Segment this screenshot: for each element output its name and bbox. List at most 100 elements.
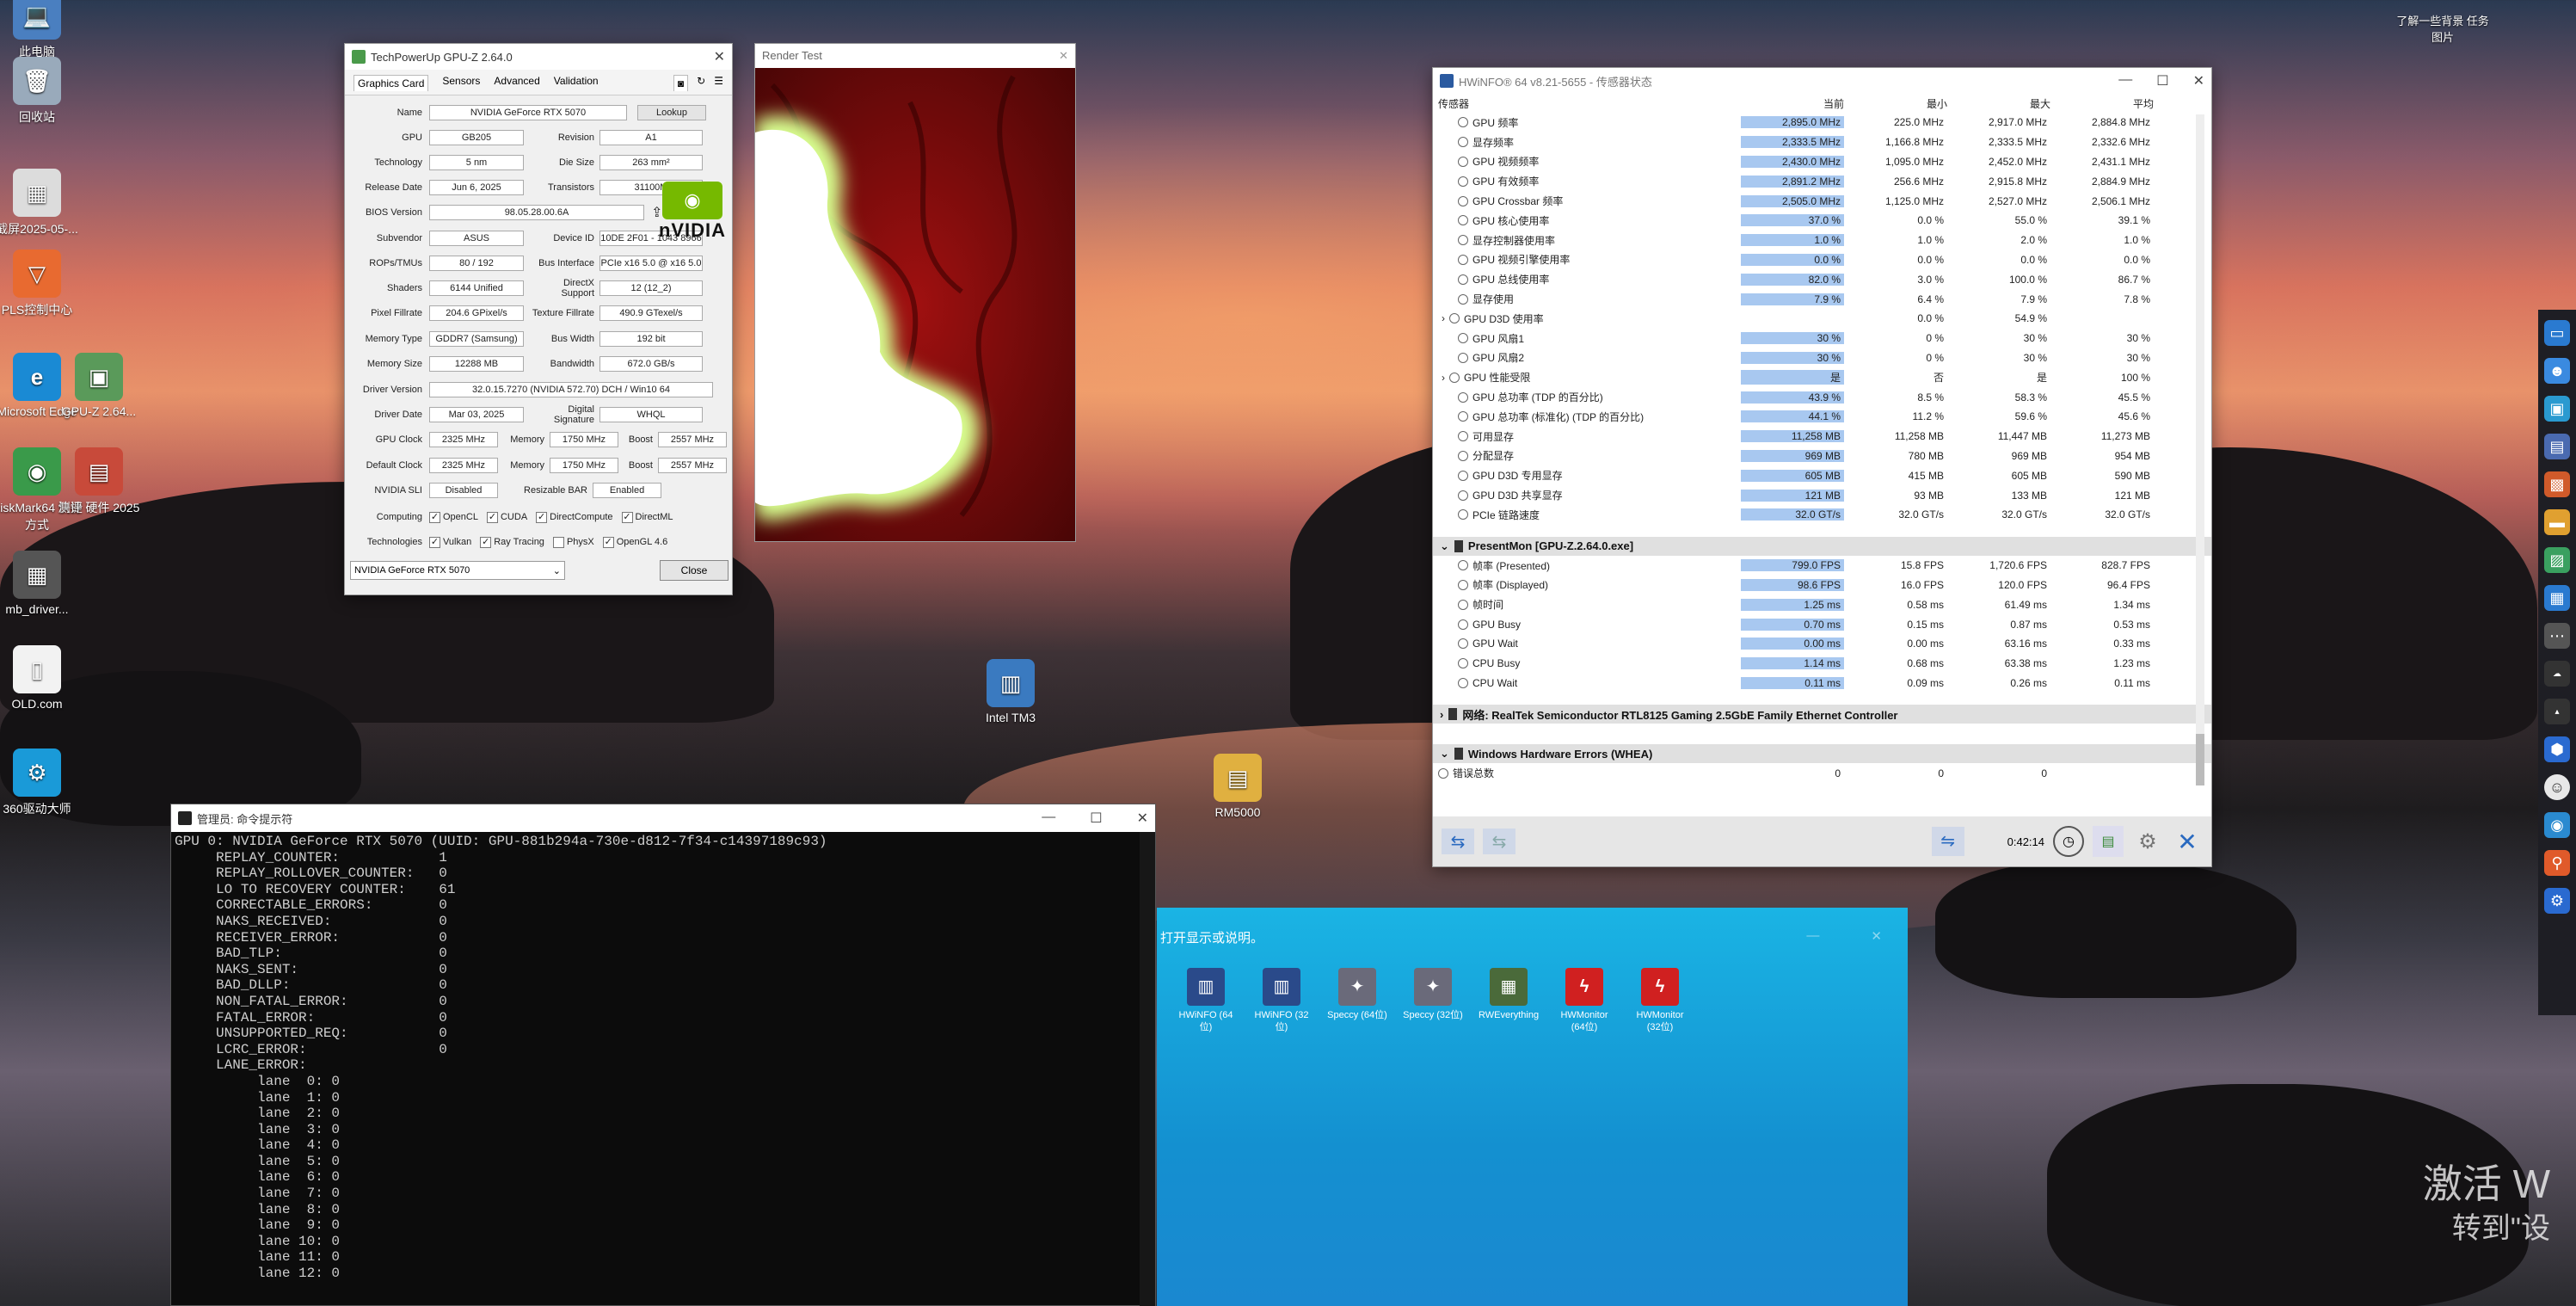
- section-network[interactable]: › 网络: RealTek Semiconductor RTL8125 Gami…: [1433, 705, 2211, 724]
- table-row[interactable]: 帧时间 1.25 ms 0.58 ms 61.49 ms 1.34 ms: [1433, 594, 2211, 614]
- folder-icon[interactable]: ▬: [2544, 509, 2570, 535]
- cmd-output[interactable]: GPU 0: NVIDIA GeForce RTX 5070 (UUID: GP…: [171, 832, 1155, 1282]
- gpuz-clock-value[interactable]: 1750 MHz: [550, 458, 618, 473]
- table-row[interactable]: 帧率 (Displayed) 98.6 FPS 16.0 FPS 120.0 FPS 9…: [1433, 576, 2211, 595]
- feature-checkbox[interactable]: ✓ OpenCL: [429, 511, 478, 523]
- gpuz-field-value[interactable]: GDDR7 (Samsung): [429, 331, 524, 347]
- app-shortcut[interactable]: ▦ RWEverything: [1479, 968, 1539, 1021]
- table-row[interactable]: GPU 总功率 (TDP 的百分比) 43.9 % 8.5 % 58.3 % 45.5 …: [1433, 387, 2211, 407]
- gpuz-field-value[interactable]: 98.05.28.00.6A: [429, 205, 644, 220]
- desktop-icon[interactable]: ▤ 测评 硬件 2025: [52, 447, 146, 516]
- clock-icon[interactable]: ◷: [2053, 826, 2084, 857]
- gpuz-titlebar[interactable]: TechPowerUp GPU-Z 2.64.0 ✕: [345, 44, 732, 70]
- desktop-icon[interactable]: ▽ PLS控制中心: [0, 249, 84, 318]
- monitor-icon[interactable]: ▭: [2544, 320, 2570, 346]
- close-button[interactable]: Close: [660, 560, 729, 581]
- gpuz-field-value[interactable]: GB205: [429, 130, 524, 145]
- app-icon[interactable]: ▩: [2544, 471, 2570, 497]
- table-row[interactable]: GPU 风扇1 30 % 0 % 30 % 30 %: [1433, 329, 2211, 348]
- app-shortcut[interactable]: ✦ Speccy (64位): [1327, 968, 1387, 1021]
- tab-graphics-card[interactable]: Graphics Card: [354, 75, 429, 91]
- table-row[interactable]: 帧率 (Presented) 799.0 FPS 15.8 FPS 1,720.6 F…: [1433, 556, 2211, 576]
- feature-checkbox[interactable]: ✓ DirectCompute: [536, 511, 613, 523]
- maximize-icon[interactable]: ☐: [2156, 72, 2168, 89]
- gpuz-field-value[interactable]: 204.6 GPixel/s: [429, 305, 524, 321]
- cmd-window[interactable]: 管理员: 命令提示符 — ☐ ✕ GPU 0: NVIDIA GeForce R…: [170, 804, 1156, 1306]
- close-icon[interactable]: ✕: [1059, 49, 1068, 63]
- table-row[interactable]: 显存使用 7.9 % 6.4 % 7.9 % 7.8 %: [1433, 289, 2211, 309]
- gpuz-field-value[interactable]: 5 nm: [429, 155, 524, 170]
- table-row[interactable]: 错误总数 0 0 0: [1433, 763, 2211, 783]
- hwinfo-titlebar[interactable]: HWiNFO® 64 v8.21-5655 - 传感器状态 — ☐ ✕: [1433, 68, 2211, 94]
- table-row[interactable]: GPU 视频引擎使用率 0.0 % 0.0 % 0.0 % 0.0 %: [1433, 250, 2211, 270]
- gpuz-clock-value[interactable]: Disabled: [429, 483, 498, 498]
- hwinfo-window[interactable]: HWiNFO® 64 v8.21-5655 - 传感器状态 — ☐ ✕ 传感器 …: [1432, 67, 2212, 867]
- gpuz-field-subvalue[interactable]: 490.9 GTexel/s: [599, 305, 703, 321]
- expand-icon[interactable]: ›: [1442, 312, 1445, 324]
- arrows-icon-2[interactable]: ⇆: [1483, 829, 1515, 854]
- gpuz-field-subvalue[interactable]: 263 mm²: [599, 155, 703, 170]
- gpuz-field-subvalue[interactable]: 672.0 GB/s: [599, 356, 703, 372]
- col-avg[interactable]: 平均: [2050, 96, 2154, 111]
- gpuz-window[interactable]: TechPowerUp GPU-Z 2.64.0 ✕ Graphics Card…: [344, 43, 733, 595]
- minimize-icon[interactable]: —: [1806, 928, 1819, 964]
- app-shortcut[interactable]: ϟ HWMonitor (64位): [1554, 968, 1614, 1033]
- gpuz-clock-value[interactable]: 2557 MHz: [658, 432, 727, 447]
- shield-icon[interactable]: ⬢: [2544, 736, 2570, 762]
- col-sensor[interactable]: 传感器: [1438, 96, 1741, 111]
- refresh-icon[interactable]: ↻: [697, 75, 705, 91]
- gpuz-field-subvalue[interactable]: PCIe x16 5.0 @ x16 5.0: [599, 256, 703, 271]
- col-min[interactable]: 最小: [1844, 96, 1947, 111]
- save-icon[interactable]: ▦: [2544, 585, 2570, 611]
- table-row[interactable]: GPU 视频频率 2,430.0 MHz 1,095.0 MHz 2,452.0 MH…: [1433, 152, 2211, 172]
- gpuz-field-subvalue[interactable]: 12 (12_2): [599, 280, 703, 296]
- render-titlebar[interactable]: Render Test ✕: [755, 44, 1075, 68]
- col-current[interactable]: 当前: [1741, 96, 1844, 111]
- feature-checkbox[interactable]: PhysX: [552, 536, 594, 548]
- feature-checkbox[interactable]: ✓ Vulkan: [429, 536, 471, 548]
- desktop-icon[interactable]: 🗑 回收站: [0, 57, 84, 126]
- table-row[interactable]: GPU 核心使用率 37.0 % 0.0 % 55.0 % 39.1 %: [1433, 211, 2211, 231]
- desktop-icon[interactable]: 💻 此电脑: [0, 0, 84, 60]
- table-row[interactable]: GPU Crossbar 频率 2,505.0 MHz 1,125.0 MHz 2,5…: [1433, 191, 2211, 211]
- photo-icon[interactable]: ▨: [2544, 547, 2570, 573]
- camera-icon[interactable]: ◙: [673, 75, 689, 91]
- close-icon[interactable]: ✕: [2193, 72, 2204, 89]
- network-icon[interactable]: ⇋: [1931, 827, 1964, 856]
- table-row[interactable]: 分配显存 969 MB 780 MB 969 MB 954 MB: [1433, 447, 2211, 466]
- gpuz-field-value[interactable]: Mar 03, 2025: [429, 407, 524, 422]
- tab-advanced[interactable]: Advanced: [494, 75, 539, 91]
- report-icon[interactable]: ▤: [2093, 826, 2124, 857]
- gpuz-clock-value[interactable]: 2557 MHz: [658, 458, 727, 473]
- chart-icon[interactable]: ▴: [2544, 699, 2570, 724]
- table-row[interactable]: 可用显存 11,258 MB 11,258 MB 11,447 MB 11,273 MB: [1433, 427, 2211, 447]
- close-icon[interactable]: ✕: [1137, 810, 1148, 827]
- more-icon[interactable]: ⋯: [2544, 623, 2570, 649]
- app-shortcut[interactable]: ▥ HWiNFO (32位): [1251, 968, 1312, 1033]
- avatar[interactable]: ☺: [2544, 774, 2570, 800]
- section-presentmon[interactable]: ⌄ PresentMon [GPU-Z.2.64.0.exe]: [1433, 536, 2211, 556]
- gpuz-clock-value[interactable]: 2325 MHz: [429, 458, 498, 473]
- app-shortcut[interactable]: ▥ HWiNFO (64位): [1176, 968, 1236, 1033]
- table-row[interactable]: CPU Wait 0.11 ms 0.09 ms 0.26 ms 0.11 ms: [1433, 674, 2211, 693]
- arrows-icon[interactable]: ⇆: [1442, 829, 1474, 854]
- eye-icon[interactable]: ◉: [2544, 812, 2570, 838]
- desktop-icon[interactable]: ▥ Intel TM3: [963, 659, 1058, 724]
- app-shortcut[interactable]: ✦ Speccy (32位): [1403, 968, 1463, 1021]
- gpu-select[interactable]: NVIDIA GeForce RTX 5070 ⌄: [350, 561, 565, 580]
- gpuz-clock-value[interactable]: Enabled: [593, 483, 661, 498]
- render-test-window[interactable]: Render Test ✕: [754, 43, 1076, 542]
- minimize-icon[interactable]: —: [1042, 810, 1055, 827]
- gpuz-field-value[interactable]: NVIDIA GeForce RTX 5070: [429, 105, 627, 120]
- gpuz-field-subvalue[interactable]: A1: [599, 130, 703, 145]
- app-shortcut[interactable]: ϟ HWMonitor (32位): [1630, 968, 1690, 1033]
- gpuz-field-value[interactable]: 80 / 192: [429, 256, 524, 271]
- table-row[interactable]: 显存频率 2,333.5 MHz 1,166.8 MHz 2,333.5 MHz 2,3…: [1433, 132, 2211, 152]
- table-row[interactable]: GPU 总线使用率 82.0 % 3.0 % 100.0 % 86.7 %: [1433, 269, 2211, 289]
- table-row[interactable]: CPU Busy 1.14 ms 0.68 ms 63.38 ms 1.23 ms: [1433, 654, 2211, 674]
- feature-checkbox[interactable]: ✓ OpenGL 4.6: [602, 536, 667, 548]
- gear-icon[interactable]: ⚙: [2544, 888, 2570, 914]
- minimize-icon[interactable]: —: [2118, 72, 2132, 89]
- user-icon[interactable]: ☻: [2544, 358, 2570, 384]
- table-row[interactable]: GPU Wait 0.00 ms 0.00 ms 63.16 ms 0.33 ms: [1433, 634, 2211, 654]
